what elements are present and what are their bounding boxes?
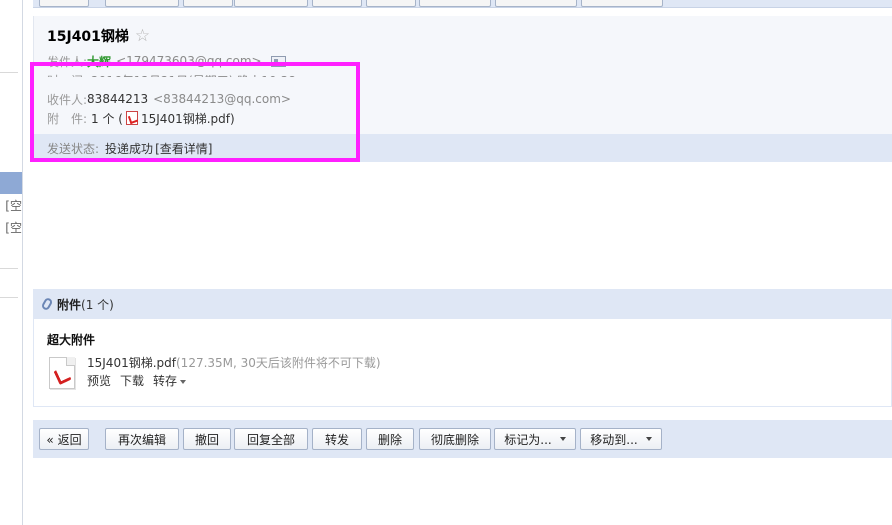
status-details-link[interactable]: [查看详情]: [155, 140, 212, 157]
left-sidebar: 空] 空]: [0, 0, 23, 525]
download-link[interactable]: 下载: [120, 372, 144, 389]
pdf-file-icon[interactable]: [49, 357, 75, 389]
top-edit-again-button[interactable]: [105, 0, 179, 7]
status-value: 投递成功: [105, 141, 154, 156]
top-delete-forever-button[interactable]: [419, 0, 491, 7]
top-reply-all-button[interactable]: [234, 0, 308, 7]
mark-as-label: 标记为...: [504, 432, 552, 447]
delete-forever-button[interactable]: 彻底删除: [419, 428, 491, 450]
recipient-email[interactable]: <83844213@qq.com>: [153, 92, 291, 106]
mail-header: 15J401钢梯 ☆ 发件人: 大辉 <179473603@qq.com> 时 …: [33, 16, 892, 162]
status-label: 发送状态:: [47, 141, 100, 156]
bottom-toolbar: « 返回 再次编辑 撤回 回复全部 转发 删除 彻底删除 标记为... 移动到.…: [33, 420, 892, 458]
chevron-down-icon: [645, 437, 652, 441]
top-move-to-button[interactable]: [581, 0, 663, 7]
mark-as-button[interactable]: 标记为...: [494, 428, 576, 450]
paperclip-icon: [40, 296, 54, 312]
sidebar-divider: [0, 72, 18, 73]
move-to-label: 移动到...: [590, 432, 638, 447]
top-delete-button[interactable]: [366, 0, 416, 7]
recipient-row: 收件人: 83844213 <83844213@qq.com>: [47, 90, 291, 108]
time-label: 时 间:: [47, 73, 88, 88]
attachment-row: 附 件: 1 个 ( 15J401钢梯.pdf): [47, 109, 235, 127]
large-attachment-heading: 超大附件: [47, 333, 96, 347]
back-button[interactable]: « 返回: [39, 428, 89, 450]
top-forward-button[interactable]: [312, 0, 362, 7]
sidebar-item-clear-1[interactable]: 空]: [0, 197, 22, 214]
sidebar-item-clear-2[interactable]: 空]: [0, 219, 22, 236]
preview-link[interactable]: 预览: [87, 372, 111, 389]
sender-name[interactable]: 大辉: [87, 53, 111, 70]
top-back-button[interactable]: [39, 0, 89, 7]
recipient-label: 收件人:: [47, 92, 88, 107]
mail-content: 15J401钢梯 ☆ 发件人: 大辉 <179473603@qq.com> 时 …: [30, 0, 892, 525]
top-recall-button[interactable]: [183, 0, 233, 7]
delivery-status-bar: 发送状态: 投递成功 [查看详情]: [34, 134, 892, 162]
recipient-name[interactable]: 83844213: [87, 92, 148, 106]
sidebar-item-selected[interactable]: [0, 172, 22, 194]
sender-label: 发件人:: [47, 54, 88, 69]
sidebar-divider: [0, 297, 18, 298]
attachment-file-name[interactable]: 15J401钢梯.pdf: [87, 356, 176, 370]
attachment-actions: 预览 下载 转存: [87, 372, 187, 389]
chevron-down-icon: [180, 379, 187, 384]
mail-subject: 15J401钢梯 ☆: [47, 26, 150, 46]
attachment-count: 1 个 (: [91, 111, 123, 126]
pdf-icon: [126, 111, 138, 125]
attachment-file-info: (127.35M, 30天后该附件将不可下载): [176, 356, 381, 370]
delete-button[interactable]: 删除: [366, 428, 414, 450]
subject-text: 15J401钢梯: [47, 29, 129, 45]
attachments-box: 超大附件 15J401钢梯.pdf(127.35M, 30天后该附件将不可下载)…: [33, 319, 892, 407]
move-to-button[interactable]: 移动到...: [580, 428, 662, 450]
top-toolbar: [33, 0, 892, 8]
chevron-down-icon: [559, 437, 566, 441]
attachments-count: (1 个): [81, 297, 114, 312]
sidebar-divider: [0, 268, 18, 269]
top-mark-as-button[interactable]: [495, 0, 577, 7]
time-value: 2016年12月21日(星期三) 晚上10:38: [91, 73, 296, 88]
save-to-link[interactable]: 转存: [153, 372, 187, 389]
time-row: 时 间: 2016年12月21日(星期三) 晚上10:38: [47, 71, 296, 88]
edit-again-button[interactable]: 再次编辑: [105, 428, 179, 450]
reply-all-button[interactable]: 回复全部: [234, 428, 308, 450]
sender-row: 发件人: 大辉 <179473603@qq.com>: [47, 52, 286, 70]
forward-button[interactable]: 转发: [312, 428, 362, 450]
save-to-label: 转存: [153, 374, 178, 388]
attachment-label: 附 件:: [47, 111, 88, 126]
attachment-file: 15J401钢梯.pdf(127.35M, 30天后该附件将不可下载): [87, 354, 381, 371]
contact-card-icon[interactable]: [270, 55, 286, 67]
attachments-header: 附件 (1 个): [33, 289, 892, 319]
star-icon[interactable]: ☆: [135, 27, 150, 45]
attachment-link[interactable]: 15J401钢梯.pdf): [141, 110, 235, 127]
attachments-title: 附件: [57, 297, 82, 312]
recall-button[interactable]: 撤回: [183, 428, 231, 450]
sender-email[interactable]: <179473603@qq.com>: [116, 54, 262, 68]
